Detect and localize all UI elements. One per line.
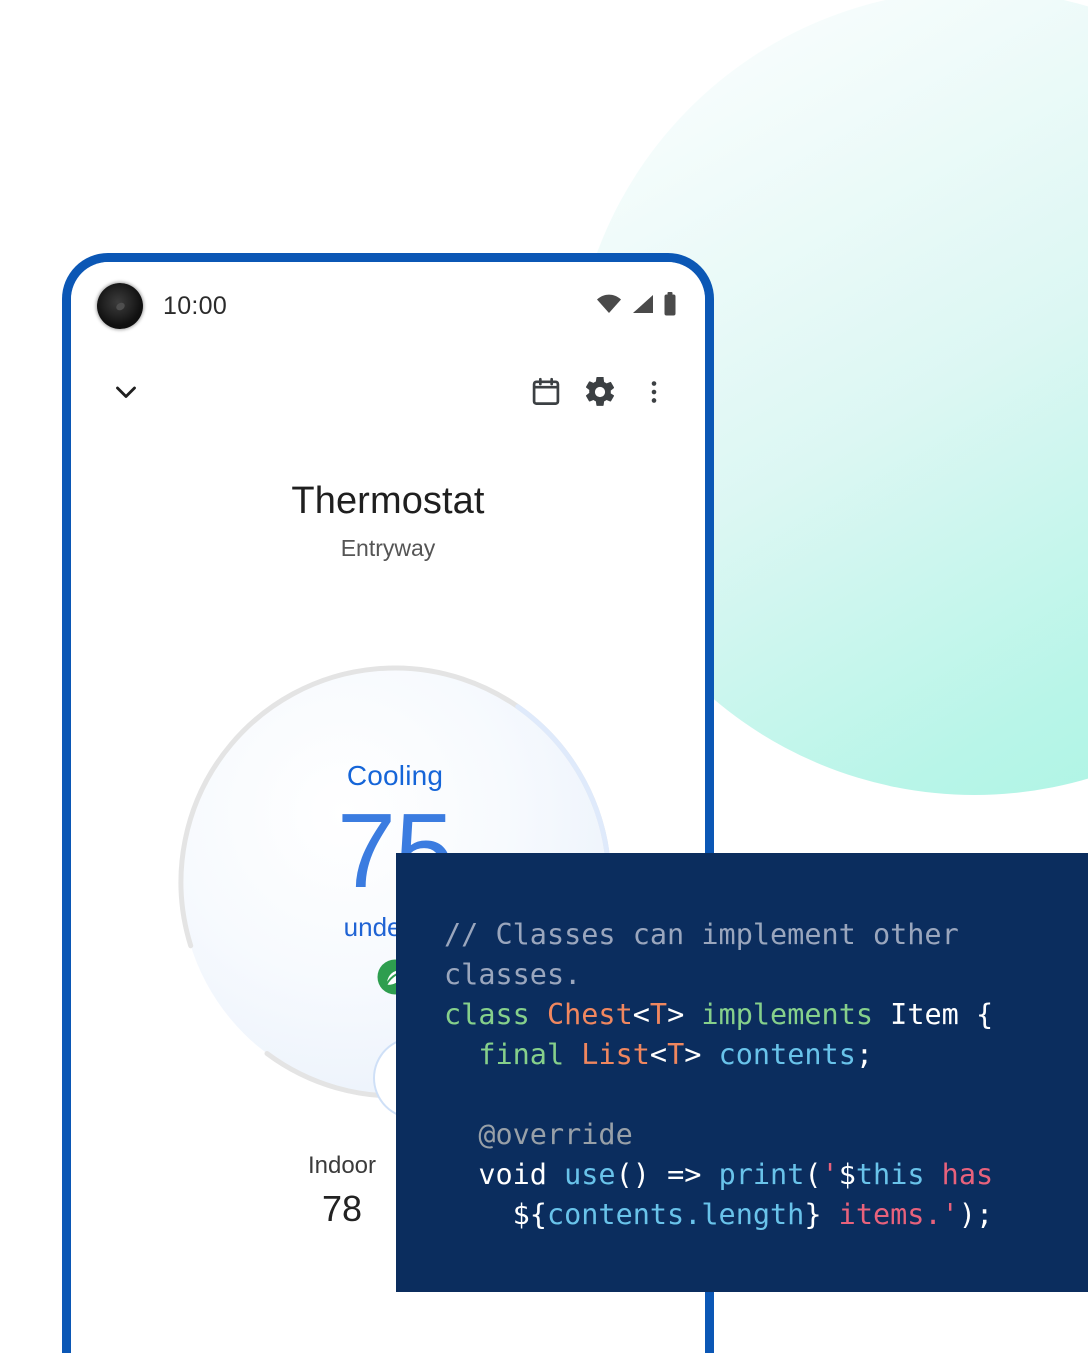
code-token: List <box>581 1038 650 1071</box>
code-sample-panel: // Classes can implement other classes. cl… <box>396 853 1088 1292</box>
chevron-down-icon[interactable] <box>99 365 153 419</box>
gear-icon[interactable] <box>573 365 627 419</box>
code-token: < <box>632 998 650 1031</box>
code-token: classes. <box>444 958 582 991</box>
code-token: T <box>667 1038 685 1071</box>
code-token: > <box>667 998 702 1031</box>
code-token: // Classes can implement other <box>444 918 959 951</box>
code-token: () <box>615 1158 668 1191</box>
code-line: void use() => print('$this has <box>444 1155 1088 1195</box>
status-bar: 10:00 <box>71 262 705 350</box>
app-bar <box>71 350 705 434</box>
code-token: ${ <box>444 1198 547 1231</box>
front-camera-punch-hole-icon <box>97 283 143 329</box>
code-token: < <box>649 1038 668 1071</box>
code-line: // Classes can implement other <box>444 915 1088 955</box>
code-token: print <box>718 1158 805 1191</box>
code-line: final List<T> contents; <box>444 1035 1088 1075</box>
code-token: has <box>924 1158 994 1191</box>
code-token: ); <box>958 1198 994 1231</box>
status-bar-icons <box>596 291 677 321</box>
code-token: $ <box>838 1158 856 1191</box>
code-token: ; <box>855 1038 874 1071</box>
more-vert-icon[interactable] <box>627 365 681 419</box>
code-sample-text: // Classes can implement other classes. cl… <box>444 915 1088 1235</box>
code-token: final <box>444 1038 582 1071</box>
code-token: } <box>804 1198 839 1231</box>
wifi-icon <box>596 294 622 319</box>
device-header: Thermostat Entryway <box>71 480 705 562</box>
code-token: Item { <box>890 998 994 1031</box>
battery-icon <box>663 291 677 321</box>
code-line: ${contents.length} items.'); <box>444 1195 1088 1235</box>
code-token: @override <box>444 1118 633 1151</box>
code-token: contents.length <box>546 1198 805 1231</box>
device-room-label: Entryway <box>340 535 436 561</box>
page-title: Thermostat <box>291 480 485 522</box>
code-token: this <box>855 1158 925 1191</box>
code-token: class <box>444 998 547 1031</box>
code-token: => <box>667 1158 719 1191</box>
code-line: classes. <box>444 955 1088 995</box>
code-token: > <box>684 1038 719 1071</box>
code-line: class Chest<T> implements Item { <box>444 995 1088 1035</box>
status-bar-time: 10:00 <box>163 291 228 320</box>
code-token: implements <box>701 998 891 1031</box>
code-token: void <box>444 1158 565 1191</box>
code-token: items.' <box>838 1198 959 1231</box>
code-token: ( <box>804 1158 822 1191</box>
cell-signal-icon <box>631 294 654 319</box>
thermostat-mode-label: Cooling <box>346 760 444 791</box>
code-token: T <box>649 998 668 1031</box>
code-token: use <box>564 1158 616 1191</box>
calendar-icon[interactable] <box>519 365 573 419</box>
code-line: @override <box>444 1115 1088 1155</box>
code-token: Chest <box>546 998 633 1031</box>
code-token: contents <box>718 1038 856 1071</box>
code-token: ' <box>821 1158 839 1191</box>
